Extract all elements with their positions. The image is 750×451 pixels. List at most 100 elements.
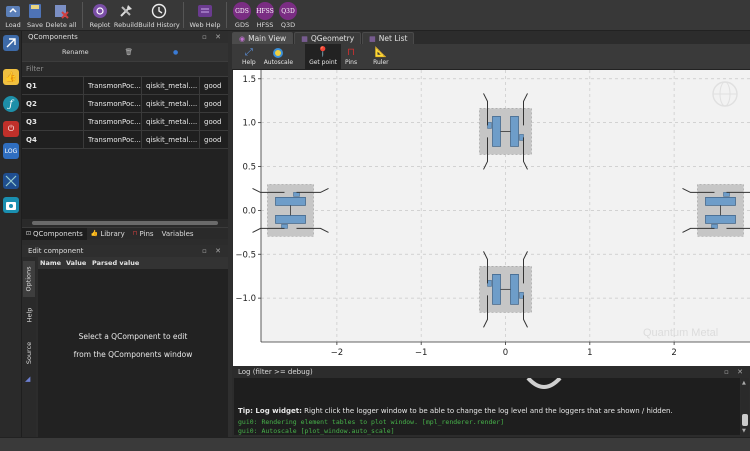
component-status: good — [204, 81, 222, 90]
dock-controls-icon[interactable]: ▫ ✕ — [202, 33, 224, 41]
tab-label: Library — [100, 229, 125, 238]
delete-all-button[interactable]: Delete all — [44, 0, 78, 31]
rebuild-label: Rebuild — [113, 21, 139, 29]
tab-qcomponents[interactable]: ⊡ QComponents — [22, 227, 87, 240]
pins-tab-icon: ⊓ — [132, 230, 138, 237]
help-button[interactable]: ⤢ Help — [238, 44, 260, 70]
q3d-icon: Q3D — [279, 2, 297, 20]
select-icon[interactable]: ● — [173, 49, 178, 56]
layout-plot[interactable]: −2 −1 0 1 2 1.5 1.0 0.5 0.0 −0.5 −1.0 Quantum Meta… — [233, 70, 750, 366]
x-tick-label: 0 — [503, 348, 508, 358]
ruler-label: Ruler — [373, 59, 389, 66]
rebuild-button[interactable]: Rebuild — [113, 0, 139, 31]
tab-net-list[interactable]: ▦ Net List — [362, 32, 415, 44]
screenshot-icon[interactable] — [3, 197, 19, 213]
get-point-icon: 📍 — [316, 47, 330, 58]
connector-pad — [487, 122, 492, 129]
web-help-button[interactable]: Web Help — [188, 0, 222, 31]
column-value[interactable]: Value — [66, 259, 92, 267]
tab-qgeometry[interactable]: ▦ QGeometry — [294, 32, 362, 44]
build-history-label: Build History — [138, 21, 180, 29]
qiskit-metal-app: Load Save Delete all Replot Rebuild Buil… — [0, 0, 750, 451]
table-row[interactable]: Q1 TransmonPoc... qiskit_metal.... good — [22, 77, 228, 95]
y-tick-label: −0.5 — [235, 250, 256, 260]
main-view-icon: ◉ — [239, 34, 246, 43]
table-empty-area — [22, 149, 228, 219]
column-parsed-value[interactable]: Parsed value — [92, 259, 139, 267]
function-icon[interactable]: ƒ — [3, 96, 19, 112]
toolbar-separator — [82, 2, 83, 28]
hfss-icon: HFSS — [256, 2, 274, 20]
column-name[interactable]: Name — [38, 259, 66, 267]
get-point-button[interactable]: 📍 Get point — [305, 44, 341, 70]
build-history-button[interactable]: Build History — [138, 0, 180, 31]
python-icon: ◢ — [25, 375, 31, 383]
gds-icon: GDS — [233, 2, 251, 20]
dock-controls-icon[interactable]: ▫ ✕ — [202, 247, 224, 255]
plot-watermark: Quantum Metal — [643, 327, 718, 339]
qubit-pad — [275, 215, 306, 224]
tab-label: Pins — [139, 229, 154, 238]
tab-label: Source — [25, 341, 34, 365]
log-line: gui0: Rendering element tables to plot w… — [238, 418, 505, 426]
x-tick-label: −2 — [331, 348, 344, 358]
filter-input[interactable]: Filter — [22, 61, 228, 77]
thumbs-up-icon[interactable]: 👍 — [3, 69, 19, 85]
connector-pad — [519, 134, 524, 141]
tab-help[interactable]: Help — [23, 303, 35, 327]
plug-icon[interactable]: ⏻ — [3, 121, 19, 137]
toolbar-separator — [183, 2, 184, 28]
q3d-button[interactable]: Q3D Q3D — [277, 0, 299, 31]
edit-message-line1: Select a QComponent to edit — [78, 332, 188, 341]
qubit-pad — [492, 116, 501, 147]
x-tick-label: 1 — [587, 348, 592, 358]
load-button[interactable]: Load — [0, 0, 26, 31]
save-label: Save — [27, 21, 43, 29]
scrollbar-thumb[interactable] — [742, 414, 748, 426]
qubit-pad — [510, 116, 519, 147]
table-row[interactable]: Q3 TransmonPoc... qiskit_metal.... good — [22, 113, 228, 131]
log-title: Log (filter >= debug) — [238, 368, 313, 376]
component-name: Q4 — [22, 131, 84, 148]
design-icon[interactable] — [3, 35, 19, 51]
table-row[interactable]: Q4 TransmonPoc... qiskit_metal.... good — [22, 131, 228, 149]
main-toolbar: Load Save Delete all Replot Rebuild Buil… — [0, 0, 750, 31]
tab-options[interactable]: Options — [23, 261, 35, 297]
horizontal-scrollbar[interactable] — [22, 219, 228, 227]
table-row[interactable]: Q2 TransmonPoc... qiskit_metal.... good — [22, 95, 228, 113]
trash-icon[interactable]: 🗑 — [125, 48, 133, 56]
edit-table-header: Name Value Parsed value — [38, 257, 228, 269]
scroll-down-icon[interactable]: ▼ — [742, 428, 746, 434]
net-list-icon: ▦ — [369, 34, 376, 43]
tab-library[interactable]: 👍 Library — [87, 228, 129, 240]
tab-label: Net List — [378, 34, 408, 43]
pins-button[interactable]: ⊓ Pins — [341, 44, 361, 70]
load-icon — [4, 2, 22, 20]
tab-main-view[interactable]: ◉ Main View — [232, 32, 294, 44]
dock-controls-icon[interactable]: ▫ ✕ — [724, 368, 746, 376]
log-icon[interactable]: LOG — [3, 143, 19, 159]
scroll-up-icon[interactable]: ▲ — [742, 380, 746, 386]
tab-source[interactable]: Source — [23, 337, 35, 369]
save-button[interactable]: Save — [26, 0, 44, 31]
y-tick-label: 0.5 — [242, 163, 256, 173]
tab-pins[interactable]: ⊓ Pins — [129, 228, 158, 240]
qubit-pad — [492, 274, 501, 305]
rename-button[interactable]: Rename — [62, 48, 89, 56]
autoscale-button[interactable]: Autoscale — [260, 44, 297, 70]
component-status: good — [204, 117, 222, 126]
expand-icon[interactable] — [3, 173, 19, 189]
main-view-tabs: ◉ Main View ▦ QGeometry ▦ Net List — [232, 31, 750, 44]
save-icon — [26, 2, 44, 20]
scrollbar-thumb[interactable] — [32, 221, 218, 225]
ruler-button[interactable]: 📐 Ruler — [369, 44, 393, 70]
log-output[interactable]: Tip: Log widget: Right click the logger … — [234, 378, 740, 435]
tab-variables[interactable]: Variables — [158, 228, 198, 240]
gds-button[interactable]: GDS GDS — [231, 0, 253, 31]
x-tick-label: −1 — [415, 348, 428, 358]
replot-button[interactable]: Replot — [87, 0, 113, 31]
qcomponents-table: Q1 TransmonPoc... qiskit_metal.... good … — [22, 77, 228, 219]
log-scrollbar[interactable]: ▲ ▼ — [741, 378, 749, 435]
connector-pad — [519, 292, 524, 299]
hfss-button[interactable]: HFSS HFSS — [253, 0, 277, 31]
